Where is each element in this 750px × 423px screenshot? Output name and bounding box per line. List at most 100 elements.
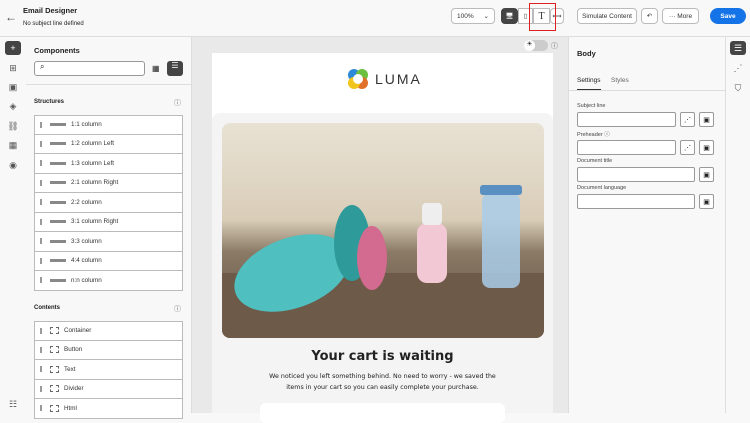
- magic-wand-icon: ⋰: [684, 116, 691, 124]
- contents-title: Contents: [34, 305, 60, 311]
- structure-icon: [50, 200, 66, 204]
- document-language-label: Document language: [577, 185, 627, 191]
- drag-handle-icon[interactable]: [40, 277, 42, 284]
- properties-panel: Body Settings Styles Subject line ⋰ ▣ Pr…: [568, 37, 726, 413]
- drag-handle-icon[interactable]: [40, 218, 42, 225]
- list-item[interactable]: Divider: [34, 379, 183, 399]
- add-icon[interactable]: +: [5, 41, 21, 55]
- list-item[interactable]: 3:1 column Right: [34, 212, 183, 232]
- drag-handle-icon[interactable]: [40, 238, 42, 245]
- drag-handle-icon[interactable]: [40, 257, 42, 264]
- settings-sliders-icon[interactable]: ☰: [730, 41, 746, 55]
- profile-icon: ▣: [703, 116, 710, 124]
- info-icon[interactable]: ⓘ: [604, 132, 610, 138]
- info-icon[interactable]: ⓘ: [551, 41, 558, 51]
- drag-handle-icon[interactable]: [40, 140, 42, 147]
- structures-title: Structures: [34, 99, 65, 105]
- save-button[interactable]: Save: [710, 8, 746, 24]
- undo-button[interactable]: ↶: [641, 8, 658, 24]
- list-item-label: 1:2 column Left: [71, 140, 115, 148]
- hero-image[interactable]: [222, 123, 544, 338]
- drag-handle-icon[interactable]: [40, 405, 42, 412]
- list-item-label: 2:2 column: [71, 198, 102, 206]
- back-arrow-icon[interactable]: ←: [5, 10, 17, 24]
- subject-line-input[interactable]: [577, 112, 676, 127]
- list-item[interactable]: 2:1 column Right: [34, 173, 183, 193]
- assets-icon[interactable]: ▣: [5, 80, 21, 94]
- desktop-view-button[interactable]: 🖥: [501, 8, 518, 24]
- list-item-label: 3:1 column Right: [71, 218, 119, 226]
- subject-line-label: Subject line: [577, 103, 606, 109]
- personalize-button[interactable]: ⋰: [680, 140, 695, 155]
- list-item[interactable]: 4:4 column: [34, 251, 183, 271]
- tab-styles[interactable]: Styles: [611, 77, 629, 84]
- list-item[interactable]: Button: [34, 340, 183, 360]
- conditions-icon[interactable]: ◉: [5, 158, 21, 172]
- add-personalization-button[interactable]: ▣: [699, 194, 714, 209]
- list-item[interactable]: 1:1 column: [34, 115, 183, 135]
- structure-icon: [50, 220, 66, 224]
- zoom-select[interactable]: 100% ⌄: [451, 8, 495, 24]
- list-item[interactable]: 3:3 column: [34, 232, 183, 252]
- more-label: More: [677, 12, 693, 20]
- document-language-input[interactable]: [577, 194, 695, 209]
- info-icon[interactable]: ⓘ: [174, 98, 181, 108]
- list-view-icon[interactable]: ☰: [167, 61, 183, 76]
- content-icon: [50, 346, 59, 354]
- link-icon[interactable]: ⛓: [5, 119, 21, 133]
- email-preview[interactable]: LUMA Your cart is waiting We noticed you…: [212, 53, 553, 423]
- list-item-label: Button: [64, 346, 83, 354]
- content-icon: [50, 327, 59, 335]
- drag-handle-icon[interactable]: [40, 199, 42, 206]
- magic-wand-icon: ⋰: [684, 144, 691, 152]
- components-title: Components: [34, 46, 80, 55]
- fragments-icon[interactable]: ⊞: [5, 61, 21, 75]
- grid-view-icon[interactable]: ▦: [152, 64, 160, 73]
- document-title-input[interactable]: [577, 167, 695, 182]
- structure-icon: [50, 278, 66, 282]
- drag-handle-icon[interactable]: [40, 346, 42, 353]
- list-item[interactable]: Text: [34, 360, 183, 380]
- structure-icon: [50, 161, 66, 165]
- drag-handle-icon[interactable]: [40, 327, 42, 334]
- list-item-label: 2:1 column Right: [71, 179, 119, 187]
- search-input[interactable]: ⌕: [34, 61, 145, 76]
- zoom-value: 100%: [457, 12, 474, 20]
- add-personalization-button[interactable]: ▣: [699, 140, 714, 155]
- profile-icon: ▣: [703, 171, 710, 179]
- accessibility-icon[interactable]: ☷: [5, 397, 21, 411]
- list-item[interactable]: n:n column: [34, 271, 183, 291]
- add-personalization-button[interactable]: ▣: [699, 112, 714, 127]
- layers-icon[interactable]: ◈: [5, 99, 21, 113]
- personalize-button[interactable]: ⋰: [680, 112, 695, 127]
- drag-handle-icon[interactable]: [40, 366, 42, 373]
- undo-icon: ↶: [646, 13, 653, 20]
- right-rail: ☰ ⋰ ⛉: [726, 37, 750, 413]
- drag-handle-icon[interactable]: [40, 179, 42, 186]
- drag-handle-icon[interactable]: [40, 121, 42, 128]
- list-item[interactable]: Html: [34, 399, 183, 419]
- list-item[interactable]: 2:2 column: [34, 193, 183, 213]
- list-item[interactable]: Container: [34, 321, 183, 341]
- email-headline: Your cart is waiting: [311, 349, 454, 364]
- list-item[interactable]: 1:3 column Left: [34, 154, 183, 174]
- drag-handle-icon[interactable]: [40, 385, 42, 392]
- more-button[interactable]: ··· More: [662, 8, 699, 24]
- tab-settings[interactable]: Settings: [577, 77, 601, 91]
- drag-handle-icon[interactable]: [40, 160, 42, 167]
- shield-icon[interactable]: ⛉: [730, 81, 746, 95]
- magic-wand-icon[interactable]: ⋰: [730, 61, 746, 75]
- simulate-content-button[interactable]: Simulate Content: [577, 8, 637, 24]
- structure-icon: [50, 181, 66, 185]
- email-card: [260, 403, 505, 423]
- preheader-input[interactable]: [577, 140, 676, 155]
- list-item-label: 3:3 column: [71, 237, 102, 245]
- personalization-icon[interactable]: ▦: [5, 138, 21, 152]
- components-panel: Components ⌕ ▦ ☰ Structures ⓘ 1:1 column…: [26, 37, 192, 419]
- list-item[interactable]: 1:2 column Left: [34, 134, 183, 154]
- ellipsis-icon: ···: [668, 12, 678, 20]
- dark-mode-toggle[interactable]: ☀: [524, 40, 548, 51]
- info-icon[interactable]: ⓘ: [174, 304, 181, 314]
- structure-icon: [50, 239, 66, 243]
- add-personalization-button[interactable]: ▣: [699, 167, 714, 182]
